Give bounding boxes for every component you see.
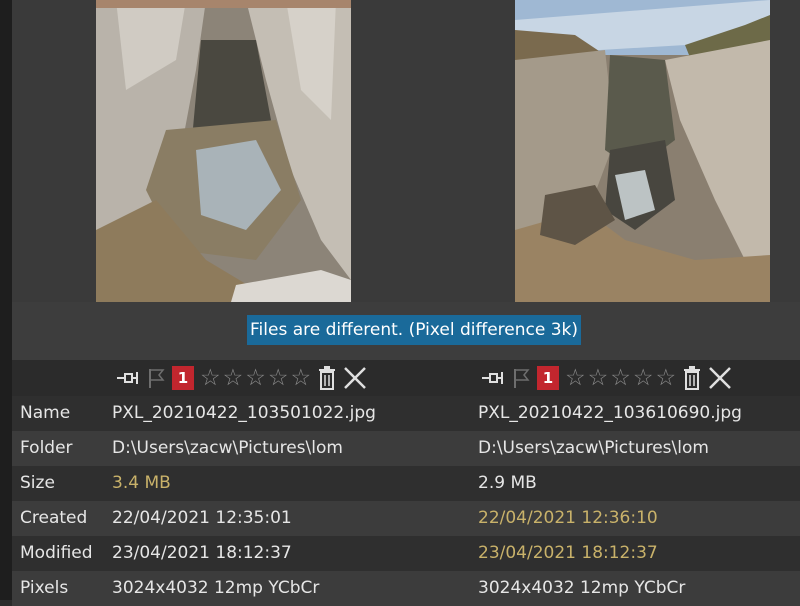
right-folder: D:\Users\zacw\Pictures\lom <box>478 438 709 458</box>
right-modified: 23/04/2021 18:12:37 <box>478 543 658 563</box>
star-icon[interactable]: ☆ <box>656 365 677 391</box>
right-preview-pane <box>400 0 800 302</box>
left-size: 3.4 MB <box>112 473 171 493</box>
window-edge <box>0 0 12 600</box>
flag-icon[interactable] <box>146 365 166 391</box>
close-icon[interactable] <box>708 365 732 391</box>
right-created: 22/04/2021 12:36:10 <box>478 508 658 528</box>
left-pixels: 3024x4032 12mp YCbCr <box>112 578 320 598</box>
duplicate-count-badge: 1 <box>172 366 194 390</box>
right-pixels: 3024x4032 12mp YCbCr <box>478 578 686 598</box>
star-icon[interactable]: ☆ <box>200 365 221 391</box>
row-label: Folder <box>20 438 73 458</box>
info-row-modified: Modified 23/04/2021 18:12:37 23/04/2021 … <box>12 536 800 571</box>
trash-icon[interactable] <box>317 365 337 391</box>
duplicate-count-badge: 1 <box>537 366 559 390</box>
info-row-created: Created 22/04/2021 12:35:01 22/04/2021 1… <box>12 501 800 536</box>
left-action-bar: 1 ☆ ☆ ☆ ☆ ☆ <box>116 360 373 396</box>
left-photo-image <box>96 0 351 302</box>
file-info-table: Name PXL_20210422_103501022.jpg PXL_2021… <box>12 396 800 606</box>
left-file-name: PXL_20210422_103501022.jpg <box>112 403 376 423</box>
star-icon[interactable]: ☆ <box>291 365 312 391</box>
left-modified: 23/04/2021 18:12:37 <box>112 543 292 563</box>
right-file-name: PXL_20210422_103610690.jpg <box>478 403 742 423</box>
rating-stars[interactable]: ☆ ☆ ☆ ☆ ☆ <box>200 365 313 391</box>
star-icon[interactable]: ☆ <box>610 365 631 391</box>
left-photo[interactable] <box>96 0 351 302</box>
pin-icon[interactable] <box>116 365 140 391</box>
right-photo-image <box>515 0 770 302</box>
star-icon[interactable]: ☆ <box>633 365 654 391</box>
info-row-pixels: Pixels 3024x4032 12mp YCbCr 3024x4032 12… <box>12 571 800 606</box>
star-icon[interactable]: ☆ <box>565 365 586 391</box>
right-action-bar: 1 ☆ ☆ ☆ ☆ ☆ <box>481 360 738 396</box>
row-label: Name <box>20 403 71 423</box>
flag-icon[interactable] <box>511 365 531 391</box>
star-icon[interactable]: ☆ <box>245 365 266 391</box>
comparison-status-bar: Files are different. (Pixel difference 3… <box>12 302 800 360</box>
trash-icon[interactable] <box>682 365 702 391</box>
info-row-folder: Folder D:\Users\zacw\Pictures\lom D:\Use… <box>12 431 800 466</box>
info-row-size: Size 3.4 MB 2.9 MB <box>12 466 800 501</box>
star-icon[interactable]: ☆ <box>223 365 244 391</box>
row-label: Pixels <box>20 578 69 598</box>
row-label: Size <box>20 473 55 493</box>
right-photo[interactable] <box>515 0 770 302</box>
left-preview-pane <box>12 0 400 302</box>
left-folder: D:\Users\zacw\Pictures\lom <box>112 438 343 458</box>
comparison-result-text: Files are different. (Pixel difference 3… <box>247 315 582 345</box>
right-size: 2.9 MB <box>478 473 537 493</box>
star-icon[interactable]: ☆ <box>268 365 289 391</box>
star-icon[interactable]: ☆ <box>588 365 609 391</box>
pin-icon[interactable] <box>481 365 505 391</box>
row-label: Created <box>20 508 88 528</box>
rating-stars[interactable]: ☆ ☆ ☆ ☆ ☆ <box>565 365 678 391</box>
info-row-name: Name PXL_20210422_103501022.jpg PXL_2021… <box>12 396 800 431</box>
left-created: 22/04/2021 12:35:01 <box>112 508 292 528</box>
close-icon[interactable] <box>343 365 367 391</box>
row-label: Modified <box>20 543 93 563</box>
